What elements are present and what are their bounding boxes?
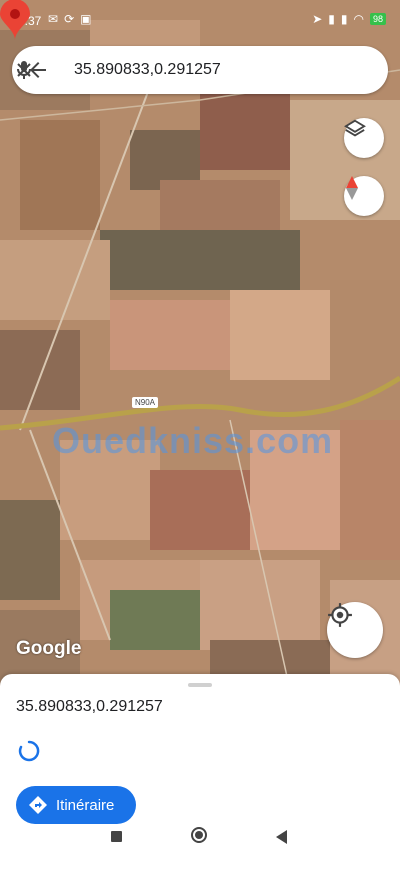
- loading-spinner-icon: [18, 740, 40, 762]
- location-pin-icon[interactable]: [0, 0, 30, 40]
- watermark: Ouedkniss.com: [52, 420, 334, 461]
- compass-icon: [346, 176, 358, 200]
- recents-icon[interactable]: [111, 831, 122, 842]
- directions-button[interactable]: Itinéraire: [16, 786, 136, 824]
- satellite-map[interactable]: 8:37 ✉ ⟳ ▣ ➤ ▮ ▮ ◠ 98 35.890833,0.291257: [0, 0, 400, 690]
- my-location-icon: [328, 603, 352, 627]
- status-right-icons: ➤ ▮ ▮ ◠ 98: [312, 12, 386, 26]
- battery-icon: 98: [369, 13, 386, 25]
- google-logo: Google: [16, 638, 82, 659]
- directions-icon: [29, 796, 47, 814]
- location-arrow-icon: ➤: [312, 12, 323, 26]
- search-input[interactable]: 35.890833,0.291257: [74, 61, 221, 79]
- search-bar[interactable]: 35.890833,0.291257: [12, 46, 388, 94]
- status-left-icons: ✉ ⟳ ▣: [48, 12, 91, 26]
- sheet-handle[interactable]: [188, 683, 212, 687]
- bottom-sheet[interactable]: 35.890833,0.291257 Itinéraire: [0, 674, 400, 888]
- layers-icon: [344, 119, 366, 137]
- signal-icon: ▮: [328, 12, 335, 26]
- system-nav-bar: [0, 822, 400, 858]
- place-coordinates: 35.890833,0.291257: [16, 698, 163, 715]
- compass-button[interactable]: [344, 176, 384, 216]
- gallery-icon: ▣: [80, 12, 92, 26]
- signal-icon-2: ▮: [340, 12, 348, 26]
- notification-icon: ✉: [48, 12, 59, 26]
- road-label: N90A: [132, 397, 159, 408]
- home-icon[interactable]: [191, 827, 207, 843]
- status-bar: 8:37 ✉ ⟳ ▣ ➤ ▮ ▮ ◠ 98: [0, 0, 400, 44]
- my-location-button[interactable]: [327, 602, 383, 658]
- sync-icon: ⟳: [64, 12, 75, 26]
- back-icon[interactable]: [276, 830, 287, 844]
- mic-icon[interactable]: [12, 58, 36, 82]
- layers-button[interactable]: [344, 118, 384, 158]
- directions-label: Itinéraire: [56, 796, 115, 814]
- map-imagery: [0, 0, 400, 690]
- wifi-icon: ◠: [353, 12, 364, 26]
